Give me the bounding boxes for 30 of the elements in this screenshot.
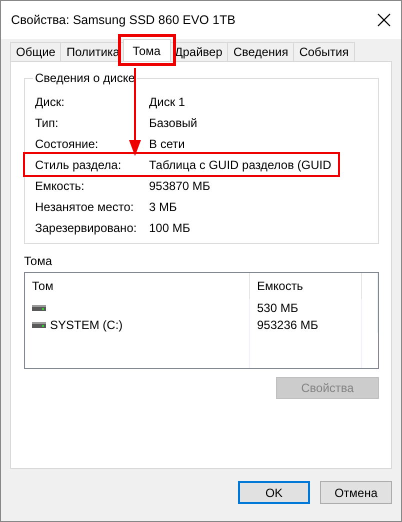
table-cell: 530 МБ [257,300,298,314]
property-value: Базовый [149,116,198,130]
property-label: Емкость: [35,178,86,192]
tab[interactable]: События [293,42,355,61]
table-cell: SYSTEM (C:) [50,318,123,332]
tab[interactable]: Сведения [227,42,294,61]
column-header[interactable]: Емкость [250,273,362,299]
property-value: Диск 1 [149,94,186,108]
window-title: Свойства: Samsung SSD 860 EVO 1TB [11,13,236,27]
dialog-button[interactable]: Отмена [320,481,392,504]
section-label: Тома [24,254,52,268]
property-label: Зарезервировано: [35,220,138,234]
property-label: Тип: [35,116,60,130]
column-header[interactable]: Том [25,273,250,299]
property-value: 100 МБ [149,220,190,234]
property-label: Диск: [35,94,66,108]
drive-icon [32,304,46,310]
tab[interactable]: Общие [10,42,62,61]
property-label: Состояние: [35,136,100,150]
property-value: Таблица с GUID разделов (GUID [149,158,332,172]
drive-icon [32,322,46,328]
property-label: Незанятое место: [35,200,135,214]
property-value: В сети [149,136,185,150]
group-title: Сведения о диске [33,71,137,85]
property-value: 953870 МБ [149,178,210,192]
property-label: Стиль раздела: [35,158,122,172]
table-cell: 953236 МБ [257,318,318,332]
close-icon[interactable] [377,13,391,27]
dialog-button[interactable]: OK [238,481,310,504]
property-value: 3 МБ [149,200,177,214]
